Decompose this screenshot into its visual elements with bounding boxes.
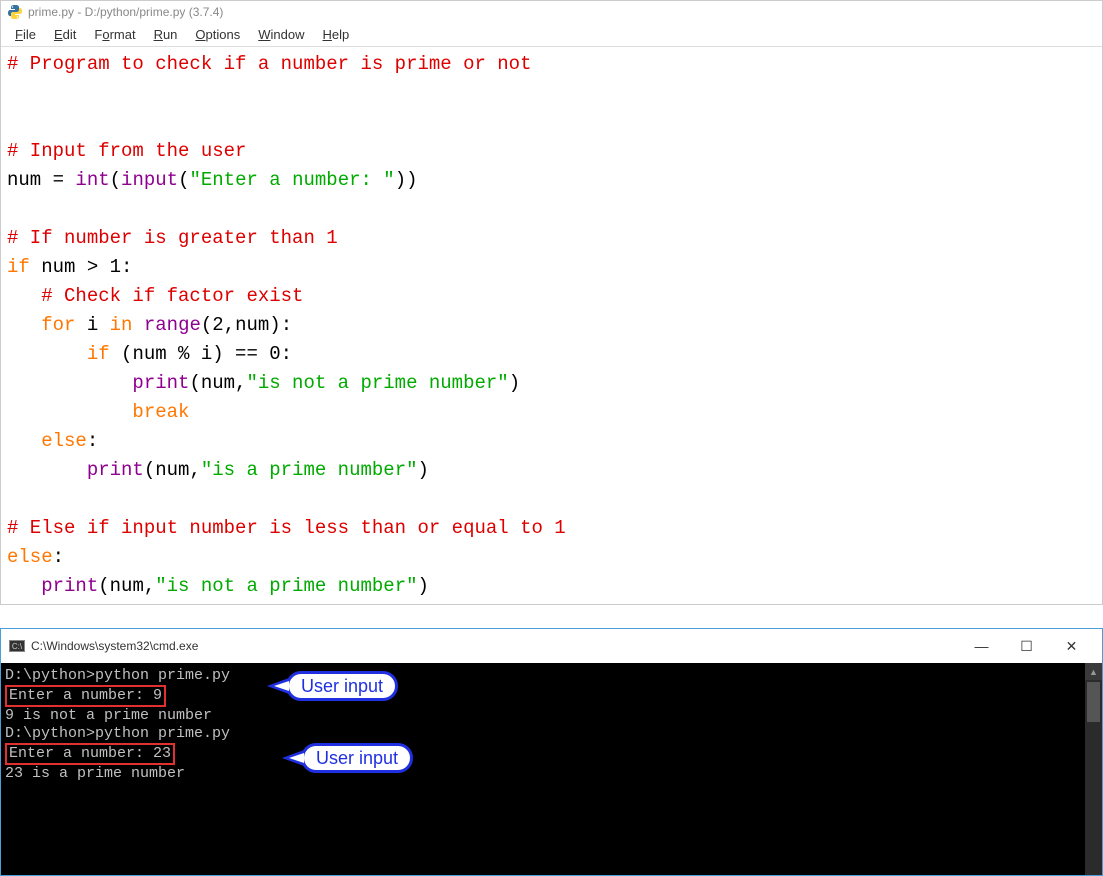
code-token: "is a prime number" — [201, 459, 418, 481]
code-editor[interactable]: # Program to check if a number is prime … — [1, 46, 1102, 604]
cmd-line: D:\python>python prime.py — [5, 725, 1081, 743]
code-token: print — [132, 372, 189, 394]
code-token: (2,num): — [201, 314, 292, 336]
code-token: (num, — [144, 459, 201, 481]
highlighted-input: Enter a number: 23 — [5, 743, 175, 765]
code-token: (num % i) == 0: — [110, 343, 292, 365]
code-token: )) — [395, 169, 418, 191]
cmd-line: Enter a number: 9 — [5, 685, 1081, 707]
code-token — [7, 372, 132, 394]
python-icon — [7, 4, 23, 20]
menu-run[interactable]: Run — [146, 25, 186, 44]
code-token: (num, — [98, 575, 155, 597]
code-token: i — [75, 314, 109, 336]
cmd-icon: C:\ — [9, 640, 25, 652]
code-token: ) — [418, 459, 429, 481]
menu-options[interactable]: Options — [187, 25, 248, 44]
code-token: for — [41, 314, 75, 336]
cmd-titlebar[interactable]: C:\ C:\Windows\system32\cmd.exe — ☐ ✕ — [1, 629, 1102, 663]
menu-format[interactable]: Format — [86, 25, 143, 44]
code-token — [7, 575, 41, 597]
code-token: if — [87, 343, 110, 365]
idle-menubar: File Edit Format Run Options Window Help — [1, 23, 1102, 46]
code-token — [7, 401, 132, 423]
code-token: : — [87, 430, 98, 452]
highlighted-input: Enter a number: 9 — [5, 685, 166, 707]
close-button[interactable]: ✕ — [1049, 633, 1094, 659]
callout-annotation: User input — [301, 743, 413, 773]
code-token: if — [7, 256, 30, 278]
idle-window-title: prime.py - D:/python/prime.py (3.7.4) — [28, 5, 223, 19]
code-line: # Check if factor exist — [7, 285, 303, 307]
menu-file[interactable]: File — [7, 25, 44, 44]
code-token: print — [87, 459, 144, 481]
code-token — [7, 343, 87, 365]
scroll-up-arrow-icon[interactable]: ▲ — [1085, 663, 1102, 680]
cmd-window-title: C:\Windows\system32\cmd.exe — [31, 639, 198, 653]
code-token: ( — [178, 169, 189, 191]
cmd-line: 9 is not a prime number — [5, 707, 1081, 725]
code-token: int — [75, 169, 109, 191]
code-token: input — [121, 169, 178, 191]
maximize-button[interactable]: ☐ — [1004, 633, 1049, 659]
code-token: else — [41, 430, 87, 452]
code-token: else — [7, 546, 53, 568]
menu-help[interactable]: Help — [315, 25, 358, 44]
idle-titlebar[interactable]: prime.py - D:/python/prime.py (3.7.4) — [1, 1, 1102, 23]
code-token — [7, 314, 41, 336]
idle-editor-window: prime.py - D:/python/prime.py (3.7.4) Fi… — [0, 0, 1103, 605]
code-token: ) — [509, 372, 520, 394]
menu-edit[interactable]: Edit — [46, 25, 84, 44]
cmd-scrollbar[interactable]: ▲ — [1085, 663, 1102, 875]
code-token — [132, 314, 143, 336]
code-token: : — [53, 546, 64, 568]
code-token — [7, 459, 87, 481]
code-token: num > 1: — [30, 256, 133, 278]
code-token: print — [41, 575, 98, 597]
menu-window[interactable]: Window — [250, 25, 312, 44]
cmd-terminal[interactable]: D:\python>python prime.pyEnter a number:… — [1, 663, 1085, 875]
code-token: (num, — [189, 372, 246, 394]
code-line: # Input from the user — [7, 140, 246, 162]
code-token: "is not a prime number" — [246, 372, 508, 394]
code-line: # Program to check if a number is prime … — [7, 53, 532, 75]
code-token: "Enter a number: " — [189, 169, 394, 191]
code-token: ) — [418, 575, 429, 597]
code-token: ( — [110, 169, 121, 191]
code-token: break — [132, 401, 189, 423]
cmd-line: 23 is a prime number — [5, 765, 1081, 783]
window-controls: — ☐ ✕ — [959, 633, 1094, 659]
code-line: # Else if input number is less than or e… — [7, 517, 566, 539]
minimize-button[interactable]: — — [959, 633, 1004, 659]
cmd-line: D:\python>python prime.py — [5, 667, 1081, 685]
code-token — [7, 430, 41, 452]
code-token: in — [110, 314, 133, 336]
cmd-window: C:\ C:\Windows\system32\cmd.exe — ☐ ✕ D:… — [0, 628, 1103, 876]
scroll-thumb[interactable] — [1087, 682, 1100, 722]
code-token: num = — [7, 169, 75, 191]
callout-annotation: User input — [286, 671, 398, 701]
code-token: "is not a prime number" — [155, 575, 417, 597]
code-line: # If number is greater than 1 — [7, 227, 338, 249]
code-token: range — [144, 314, 201, 336]
cmd-line: Enter a number: 23 — [5, 743, 1081, 765]
